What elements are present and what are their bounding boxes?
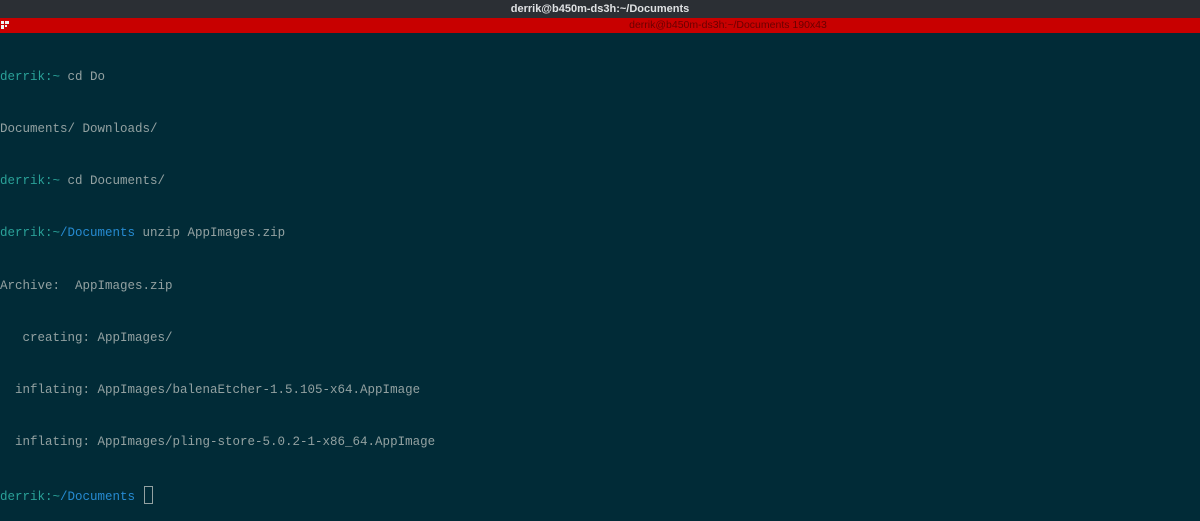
terminal-line: inflating: AppImages/pling-store-5.0.2-1… <box>0 434 1200 451</box>
terminal-line: inflating: AppImages/balenaEtcher-1.5.10… <box>0 382 1200 399</box>
terminal-line: derrik:~/Documents <box>0 486 1200 505</box>
output-text: creating: AppImages/ <box>0 330 173 345</box>
prompt-user: derrik: <box>0 226 53 241</box>
window-title: derrik@b450m-ds3h:~/Documents <box>510 3 690 15</box>
terminal-line: Archive: AppImages.zip <box>0 278 1200 295</box>
command-text <box>135 490 143 504</box>
prompt-tilde: ~ <box>52 226 61 241</box>
terminal-line: creating: AppImages/ <box>0 330 1200 347</box>
terminal-line: Documents/ Downloads/ <box>0 121 1200 138</box>
tab-bar[interactable]: derrik@b450m-ds3h:~/Documents 190x43 <box>0 18 1200 33</box>
tab-title: derrik@b450m-ds3h:~/Documents 190x43 <box>629 19 827 31</box>
prompt-path: /Documents <box>60 490 136 505</box>
terminal-line: derrik:~ cd Documents/ <box>0 173 1200 190</box>
prompt-user: derrik: <box>0 174 53 189</box>
prompt-user: derrik: <box>0 69 53 84</box>
prompt-path: ~ <box>52 69 61 84</box>
output-text: inflating: AppImages/pling-store-5.0.2-1… <box>0 435 436 450</box>
output-text: Archive: AppImages.zip <box>0 278 173 293</box>
prompt-path: ~ <box>52 174 61 189</box>
output-text: inflating: AppImages/balenaEtcher-1.5.10… <box>0 383 421 398</box>
window-title-bar[interactable]: derrik@b450m-ds3h:~/Documents <box>0 0 1200 18</box>
terminal-line: derrik:~/Documents unzip AppImages.zip <box>0 225 1200 242</box>
command-text: cd Documents/ <box>60 174 166 189</box>
terminal-cursor <box>143 486 153 505</box>
terminal-output[interactable]: derrik:~ cd Do Documents/ Downloads/ der… <box>0 34 1200 521</box>
prompt-tilde: ~ <box>52 490 61 505</box>
prompt-path: /Documents <box>60 226 136 241</box>
output-text: Documents/ Downloads/ <box>0 122 158 137</box>
command-text: cd Do <box>60 69 106 84</box>
terminal-line: derrik:~ cd Do <box>0 69 1200 86</box>
command-text: unzip AppImages.zip <box>135 226 286 241</box>
prompt-user: derrik: <box>0 490 53 505</box>
